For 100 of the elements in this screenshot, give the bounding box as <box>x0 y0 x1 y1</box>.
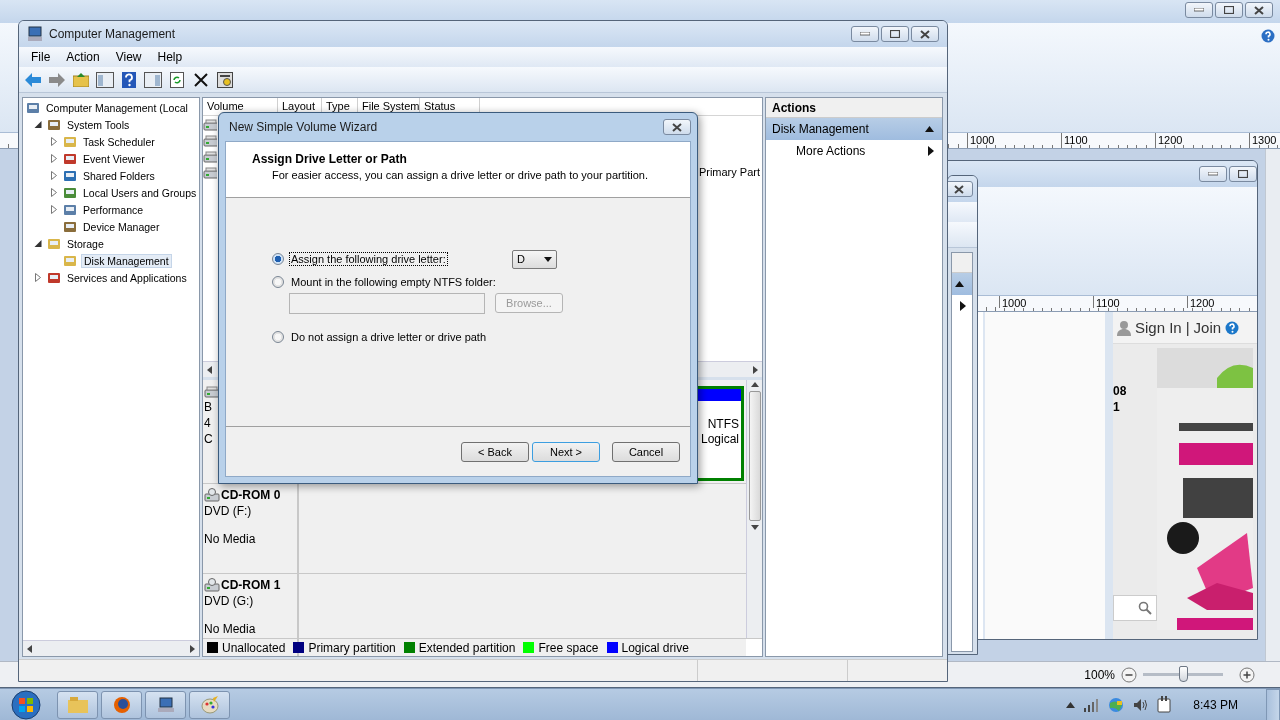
collapse-arrow-icon[interactable] <box>925 126 934 132</box>
disk-info: No Media <box>204 532 257 546</box>
signal-icon[interactable] <box>1083 697 1100 712</box>
submenu-arrow-icon <box>928 146 934 156</box>
collapse-arrow-icon[interactable] <box>955 281 964 287</box>
scrollbar[interactable] <box>746 380 762 638</box>
join-link[interactable]: Join <box>1193 319 1222 336</box>
sign-in-link[interactable]: Sign In <box>1135 319 1182 336</box>
tree-item[interactable]: Storage <box>65 237 106 250</box>
close-button[interactable] <box>1245 2 1273 18</box>
web-number: 1 <box>1113 400 1121 414</box>
tree-item[interactable]: Disk Management <box>81 253 172 268</box>
collapse-arrow-icon[interactable] <box>34 120 42 129</box>
menu-item[interactable]: Action <box>58 47 108 67</box>
wizard-button[interactable]: < Back <box>461 441 529 462</box>
option-label[interactable]: Mount in the following empty NTFS folder: <box>289 275 498 289</box>
option-label[interactable]: Assign the following drive letter: <box>289 252 448 266</box>
minimize-icon[interactable] <box>1194 8 1204 12</box>
power-plug-icon[interactable] <box>1157 695 1172 714</box>
tree-item[interactable]: System Tools <box>65 118 132 131</box>
disk-info: No Media <box>204 622 257 636</box>
properties-icon[interactable] <box>217 71 233 88</box>
close-icon[interactable] <box>954 184 964 194</box>
zoom-in-button[interactable] <box>1239 666 1255 683</box>
wizard-heading: Assign Drive Letter or Path <box>252 152 408 166</box>
radio-button[interactable] <box>272 253 284 265</box>
tree-item[interactable]: Performance <box>81 203 146 216</box>
tree-item[interactable]: Event Viewer <box>81 152 147 165</box>
expand-arrow-icon[interactable] <box>50 171 58 180</box>
help-icon[interactable] <box>1261 29 1275 43</box>
maximize-icon[interactable] <box>890 30 900 38</box>
actions-section[interactable] <box>952 273 972 295</box>
scrollbar[interactable] <box>1265 149 1280 661</box>
actions-section[interactable]: Disk Management <box>766 118 942 140</box>
computer-taskbar-button[interactable] <box>145 690 186 719</box>
legend-label: Unallocated <box>222 640 286 655</box>
computer-icon[interactable] <box>156 696 175 713</box>
help-icon[interactable] <box>122 71 136 88</box>
drive-icon <box>203 133 217 147</box>
close-icon[interactable] <box>1254 5 1264 15</box>
menu-item[interactable]: File <box>23 47 59 67</box>
dropdown-arrow-icon[interactable] <box>544 256 552 262</box>
expand-arrow-icon[interactable] <box>50 205 58 214</box>
tree-item[interactable]: Shared Folders <box>81 169 157 182</box>
browser-taskbar-button[interactable] <box>101 690 142 719</box>
collapse-arrow-icon[interactable] <box>34 239 42 248</box>
maximize-button[interactable] <box>1215 2 1243 18</box>
panel-icon[interactable] <box>96 71 114 88</box>
palette-icon[interactable] <box>200 695 219 714</box>
tree-item[interactable]: Device Manager <box>81 220 162 233</box>
action-item[interactable]: More Actions <box>766 140 942 162</box>
help-icon[interactable] <box>1225 320 1240 335</box>
minimize-icon[interactable] <box>860 32 870 36</box>
globe-icon[interactable] <box>112 695 131 714</box>
zoom-out-button[interactable] <box>1121 666 1137 683</box>
refresh-icon[interactable] <box>170 71 184 88</box>
disk-name: CD-ROM 1 <box>221 578 281 592</box>
maximize-button[interactable] <box>881 26 909 42</box>
tree-item[interactable]: Task Scheduler <box>81 135 157 148</box>
zoom-slider[interactable] <box>1179 666 1188 682</box>
maximize-icon[interactable] <box>1224 6 1234 14</box>
folder-icon[interactable] <box>73 72 89 87</box>
disk-info: DVD (F:) <box>204 504 253 518</box>
submenu-arrow-icon[interactable] <box>960 301 966 311</box>
menu-item[interactable]: Help <box>149 47 191 67</box>
close-icon[interactable] <box>672 122 682 132</box>
scroll-left-icon <box>207 365 212 374</box>
clock[interactable]: 8:43 PM <box>1193 697 1238 712</box>
expand-arrow-icon[interactable] <box>50 188 58 197</box>
expand-arrow-icon[interactable] <box>34 273 42 282</box>
search-field[interactable] <box>1113 595 1157 621</box>
close-button[interactable] <box>663 119 691 135</box>
wizard-button[interactable]: Next > <box>532 441 600 462</box>
back-arrow-icon[interactable] <box>25 72 41 87</box>
menu-item[interactable]: View <box>107 47 150 67</box>
close-icon[interactable] <box>920 29 930 39</box>
maximize-icon[interactable] <box>1238 170 1248 178</box>
scroll-right-icon <box>190 644 195 653</box>
tree-item[interactable]: Computer Management (Local <box>44 101 190 114</box>
close-button[interactable] <box>948 181 973 197</box>
minimize-icon[interactable] <box>1208 172 1218 176</box>
tree-item[interactable]: Services and Applications <box>65 271 189 284</box>
scrollbar[interactable] <box>23 640 199 656</box>
drive-icon <box>203 117 217 131</box>
expand-arrow-icon[interactable] <box>50 137 58 146</box>
show-hidden-icons-icon[interactable] <box>1066 701 1076 708</box>
delete-icon[interactable] <box>194 72 208 87</box>
radio-button[interactable] <box>272 331 284 343</box>
forward-arrow-icon[interactable] <box>49 72 65 87</box>
expand-arrow-icon[interactable] <box>50 154 58 163</box>
pane-header <box>952 253 972 273</box>
close-button[interactable] <box>911 26 939 42</box>
wizard-description: For easier access, you can assign a drive letter or drive path to your partition. <box>271 169 649 181</box>
wizard-button[interactable]: Cancel <box>612 441 680 462</box>
radio-button[interactable] <box>272 276 284 288</box>
drive-letter-dropdown[interactable]: D <box>512 249 557 269</box>
tree-item[interactable]: Local Users and Groups <box>81 186 199 199</box>
panel-icon[interactable] <box>144 71 162 88</box>
option-label[interactable]: Do not assign a drive letter or drive path <box>289 330 489 344</box>
maximize-button[interactable] <box>1229 166 1257 182</box>
